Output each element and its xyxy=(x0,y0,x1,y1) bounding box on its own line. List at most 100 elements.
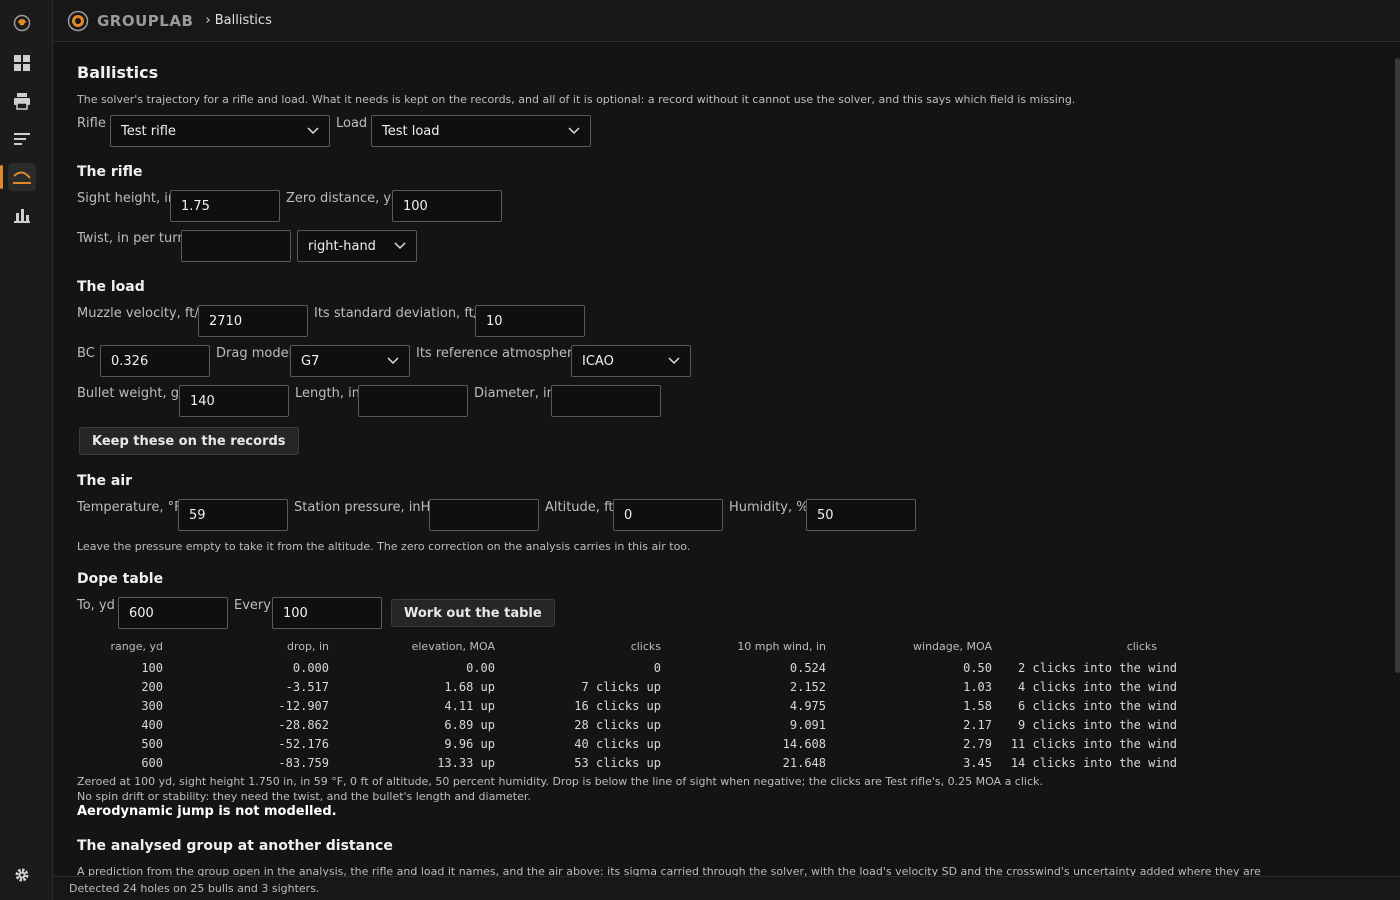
rifle-heading: The rifle xyxy=(77,164,143,180)
bc-label: BC xyxy=(77,346,95,361)
cell-wind: 2.152 xyxy=(789,680,826,694)
velocity-sd-label: Its standard deviation, ft/s xyxy=(314,306,485,321)
scrollbar[interactable] xyxy=(1395,58,1400,673)
bullet-weight-input[interactable] xyxy=(179,385,289,417)
col-header-range: range, yd xyxy=(110,640,163,653)
cell-wind: 9.091 xyxy=(789,718,826,732)
altitude-input[interactable] xyxy=(613,499,723,531)
cell-windage-clicks: 4 clicks into the wind xyxy=(1018,680,1177,694)
humidity-label: Humidity, % xyxy=(729,500,809,515)
bar-chart-icon[interactable] xyxy=(8,201,36,229)
cell-wind: 4.975 xyxy=(789,699,826,713)
cell-elevation-clicks: 16 clicks up xyxy=(574,699,661,713)
air-note: Leave the pressure empty to take it from… xyxy=(77,540,691,553)
col-header-drop: drop, in xyxy=(287,640,329,653)
twist-input[interactable] xyxy=(181,230,291,262)
sidebar xyxy=(0,0,53,900)
cell-elevation: 13.33 up xyxy=(437,756,495,770)
temperature-label: Temperature, °F xyxy=(77,500,182,515)
cell-windage: 3.45 xyxy=(963,756,992,770)
rifle-select[interactable]: Test rifle xyxy=(110,115,330,147)
ballistics-trajectory-icon[interactable] xyxy=(0,163,36,191)
keep-on-records-button[interactable]: Keep these on the records xyxy=(79,427,299,455)
printer-icon[interactable] xyxy=(8,87,36,115)
list-icon[interactable] xyxy=(8,125,36,153)
cell-elevation: 1.68 up xyxy=(444,680,495,694)
brand-name: GROUPLAB xyxy=(97,11,194,30)
cell-wind: 14.608 xyxy=(782,737,826,751)
brand[interactable]: GROUPLAB xyxy=(67,10,193,32)
main-content: Ballistics The solver's trajectory for a… xyxy=(53,43,1400,876)
dope-note-spin: No spin drift or stability: they need th… xyxy=(77,790,531,803)
breadcrumb[interactable]: › Ballistics xyxy=(205,13,271,28)
chevron-down-icon xyxy=(668,357,680,365)
chevron-down-icon xyxy=(568,127,580,135)
velocity-sd-input[interactable] xyxy=(475,305,585,337)
bullet-length-input[interactable] xyxy=(358,385,468,417)
cell-elevation-clicks: 7 clicks up xyxy=(581,680,661,694)
app: GROUPLAB › Ballistics Ballistics The sol… xyxy=(0,0,1400,900)
col-header-elevation: elevation, MOA xyxy=(411,640,495,653)
twist-direction-value: right-hand xyxy=(308,238,376,254)
station-pressure-label: Station pressure, inHg xyxy=(294,500,439,515)
cell-windage-clicks: 11 clicks into the wind xyxy=(1010,737,1177,751)
cell-elevation-clicks: 28 clicks up xyxy=(574,718,661,732)
cell-elevation-clicks: 0 xyxy=(653,661,661,675)
cell-elevation: 0.00 xyxy=(466,661,495,675)
cell-range: 400 xyxy=(141,718,163,732)
cell-drop: -52.176 xyxy=(278,737,329,751)
table-row: 200 -3.517 1.68 up 7 clicks up 2.152 1.0… xyxy=(77,680,1177,699)
chevron-down-icon xyxy=(387,357,399,365)
table-row: 300 -12.907 4.11 up 16 clicks up 4.975 1… xyxy=(77,699,1177,718)
load-select[interactable]: Test load xyxy=(371,115,591,147)
table-row: 500 -52.176 9.96 up 40 clicks up 14.608 … xyxy=(77,737,1177,756)
settings-gear-icon[interactable] xyxy=(8,861,36,889)
chevron-down-icon xyxy=(307,127,319,135)
page-title: Ballistics xyxy=(77,63,159,82)
table-row: 100 0.000 0.00 0 0.524 0.50 2 clicks int… xyxy=(77,661,1177,680)
cell-range: 300 xyxy=(141,699,163,713)
cell-elevation-clicks: 40 clicks up xyxy=(574,737,661,751)
app-logo-icon[interactable] xyxy=(8,9,36,37)
air-heading: The air xyxy=(77,473,133,489)
cell-wind: 0.524 xyxy=(789,661,826,675)
cell-windage: 1.58 xyxy=(963,699,992,713)
humidity-input[interactable] xyxy=(806,499,916,531)
work-out-table-button[interactable]: Work out the table xyxy=(391,599,555,627)
rifle-select-value: Test rifle xyxy=(121,123,176,139)
drag-model-select[interactable]: G7 xyxy=(290,345,410,377)
cell-range: 100 xyxy=(141,661,163,675)
station-pressure-input[interactable] xyxy=(429,499,539,531)
bullet-diameter-input[interactable] xyxy=(551,385,661,417)
altitude-label: Altitude, ft xyxy=(545,500,614,515)
cell-windage-clicks: 14 clicks into the wind xyxy=(1010,756,1177,770)
range-every-input[interactable] xyxy=(272,597,382,629)
cell-windage-clicks: 9 clicks into the wind xyxy=(1018,718,1177,732)
cell-windage: 2.79 xyxy=(963,737,992,751)
dashboard-icon[interactable] xyxy=(8,49,36,77)
reference-atmosphere-select[interactable]: ICAO xyxy=(571,345,691,377)
col-header-windage: windage, MOA xyxy=(913,640,992,653)
twist-direction-select[interactable]: right-hand xyxy=(297,230,417,262)
sight-height-input[interactable] xyxy=(170,190,280,222)
twist-label: Twist, in per turn xyxy=(77,231,186,246)
col-header-elevation-clicks: clicks xyxy=(630,640,661,653)
cell-windage: 2.17 xyxy=(963,718,992,732)
group-heading: The analysed group at another distance xyxy=(77,838,393,854)
zero-distance-input[interactable] xyxy=(392,190,502,222)
load-label: Load xyxy=(336,116,368,131)
temperature-input[interactable] xyxy=(178,499,288,531)
range-to-label: To, yd xyxy=(77,598,115,613)
cell-windage: 0.50 xyxy=(963,661,992,675)
range-to-input[interactable] xyxy=(118,597,228,629)
status-bar: Detected 24 holes on 25 bulls and 3 sigh… xyxy=(53,876,1400,900)
reference-atmosphere-label: Its reference atmosphere xyxy=(416,346,581,361)
bullet-diameter-label: Diameter, in xyxy=(474,386,555,401)
bullet-length-label: Length, in xyxy=(295,386,360,401)
cell-elevation: 4.11 up xyxy=(444,699,495,713)
bc-input[interactable] xyxy=(100,345,210,377)
muzzle-velocity-input[interactable] xyxy=(198,305,308,337)
cell-windage: 1.03 xyxy=(963,680,992,694)
topbar: GROUPLAB › Ballistics xyxy=(53,0,1400,42)
chevron-down-icon xyxy=(394,242,406,250)
